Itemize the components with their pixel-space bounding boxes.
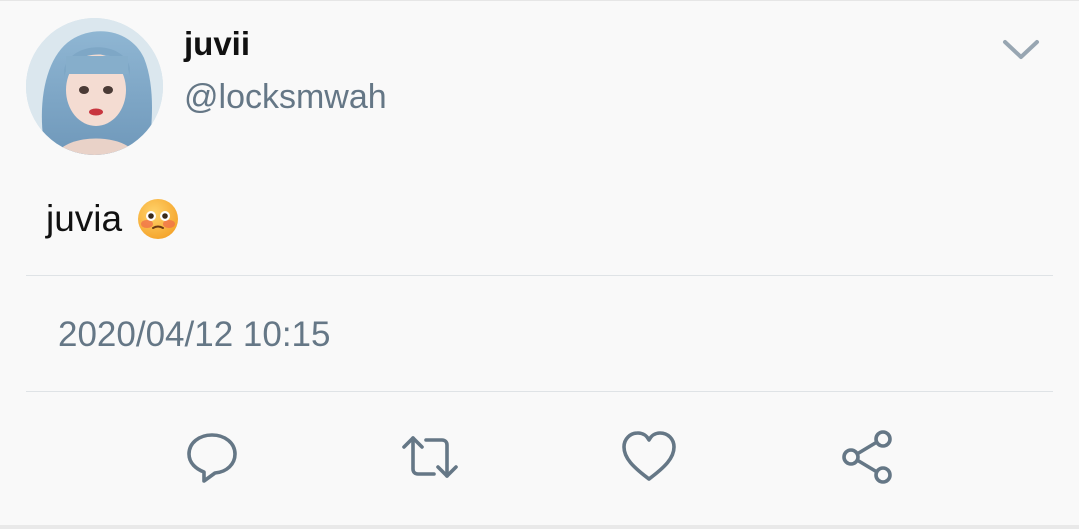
tweet-card: juvii @locksmwah juvia 2020/04/12 10:15: [0, 0, 1079, 529]
avatar-image: [26, 18, 163, 155]
tweet-text-content: juvia: [46, 198, 123, 239]
retweet-button[interactable]: [400, 427, 460, 487]
divider: [26, 391, 1053, 392]
avatar[interactable]: [26, 18, 163, 155]
tweet-timestamp: 2020/04/12 10:15: [58, 315, 331, 354]
reply-icon: [187, 433, 237, 483]
chevron-down-icon[interactable]: [1001, 37, 1041, 63]
username-handle[interactable]: @locksmwah: [184, 78, 387, 117]
like-button[interactable]: [619, 427, 679, 487]
share-icon: [842, 430, 892, 484]
share-button[interactable]: [838, 427, 898, 487]
display-name[interactable]: juvii: [184, 25, 250, 63]
tweet-text: juvia: [46, 197, 180, 241]
action-bar: [0, 427, 1079, 487]
heart-icon: [622, 431, 676, 481]
reply-button[interactable]: [182, 427, 242, 487]
retweet-icon: [402, 436, 458, 478]
flushed-face-emoji-icon: [138, 199, 179, 239]
divider: [26, 275, 1053, 276]
